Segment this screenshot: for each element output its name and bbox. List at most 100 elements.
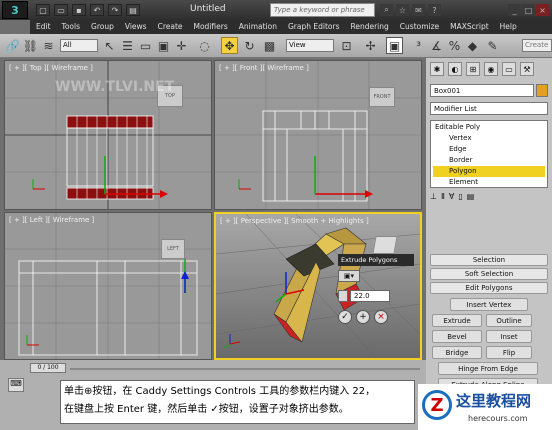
viewport-perspective-label[interactable]: [ + ][ Perspective ][ Smooth + Highlight…: [220, 217, 369, 225]
outline-button[interactable]: Outline: [486, 314, 532, 327]
reference-coord-dropdown[interactable]: View: [286, 39, 334, 52]
utilities-tab-icon[interactable]: ⚒: [520, 62, 534, 76]
caddy-ok-icon[interactable]: ✓: [338, 310, 352, 324]
pin-stack-icon[interactable]: ⊥: [430, 192, 437, 204]
select-move-icon[interactable]: ✛: [173, 37, 190, 54]
open-file-icon[interactable]: ▭: [54, 4, 68, 16]
bridge-button[interactable]: Bridge: [432, 346, 482, 359]
caddy-extrude-type-dropdown[interactable]: ▣▾: [338, 270, 360, 282]
caddy-cancel-icon[interactable]: ×: [374, 310, 388, 324]
modify-tab-icon[interactable]: ◐: [448, 62, 462, 76]
inset-button[interactable]: Inset: [486, 330, 532, 343]
edit-named-sel-icon[interactable]: ✎: [484, 37, 501, 54]
bind-spacewarp-icon[interactable]: ≋: [40, 37, 57, 54]
scale-icon[interactable]: ▩: [261, 37, 278, 54]
menu-create[interactable]: Create: [152, 20, 188, 34]
show-end-result-icon[interactable]: Ⅱ: [441, 192, 445, 204]
extrude-button[interactable]: Extrude: [432, 314, 482, 327]
rollout-edit-polygons[interactable]: Edit Polygons: [430, 282, 548, 294]
viewport-front[interactable]: [ + ][ Front ][ Wireframe ] FRONT: [214, 60, 422, 210]
viewcube-left[interactable]: LEFT: [161, 239, 185, 259]
app-logo-button[interactable]: 3: [2, 1, 28, 19]
object-name-input[interactable]: Box001: [430, 84, 534, 97]
stack-vertex[interactable]: Vertex: [449, 134, 472, 142]
pivot-center-icon[interactable]: ⊡: [338, 37, 355, 54]
insert-vertex-button[interactable]: Insert Vertex: [450, 298, 528, 311]
stack-polygon[interactable]: Polygon: [449, 167, 477, 175]
motion-tab-icon[interactable]: ◉: [484, 62, 498, 76]
subscription-icon[interactable]: ☆: [396, 4, 409, 16]
help-icon[interactable]: ?: [428, 4, 441, 16]
make-unique-icon[interactable]: ∀: [449, 192, 454, 204]
hierarchy-tab-icon[interactable]: ⊞: [466, 62, 480, 76]
caddy-apply-icon[interactable]: +: [356, 310, 370, 324]
search-input[interactable]: Type a keyword or phrase: [270, 3, 375, 17]
menu-edit[interactable]: Edit: [30, 20, 56, 34]
menu-help[interactable]: Help: [494, 20, 522, 34]
menu-customize[interactable]: Customize: [394, 20, 444, 34]
maxscript-listener-icon[interactable]: ⌨: [8, 378, 24, 392]
stack-element[interactable]: Element: [449, 178, 478, 186]
menu-modifiers[interactable]: Modifiers: [188, 20, 233, 34]
project-folder-icon[interactable]: ▤: [126, 4, 140, 16]
unlink-icon[interactable]: ⛓: [22, 37, 39, 54]
menu-views[interactable]: Views: [119, 20, 152, 34]
reference-icon[interactable]: ◌: [196, 37, 213, 54]
window-crossing-icon[interactable]: ▣: [155, 37, 172, 54]
menu-animation[interactable]: Animation: [233, 20, 282, 34]
viewport-top[interactable]: [ + ][ Top ][ Wireframe ] TOP WWW.TLVI.N…: [4, 60, 212, 210]
stack-border[interactable]: Border: [449, 156, 472, 164]
undo-icon[interactable]: ↶: [90, 4, 104, 16]
spinner-snap-icon[interactable]: ◆: [464, 37, 481, 54]
maximize-icon[interactable]: □: [522, 4, 535, 16]
hinge-from-edge-button[interactable]: Hinge From Edge: [438, 362, 538, 375]
viewport-front-label[interactable]: [ + ][ Front ][ Wireframe ]: [219, 64, 309, 72]
rollout-selection[interactable]: Selection: [430, 254, 548, 266]
keyboard-shortcut-icon[interactable]: ▣: [386, 37, 403, 54]
angle-snap-icon[interactable]: ∡: [428, 37, 445, 54]
create-tab-icon[interactable]: ✱: [430, 62, 444, 76]
object-color-swatch[interactable]: [536, 84, 548, 97]
select-object-icon[interactable]: ↖: [101, 37, 118, 54]
binoculars-icon[interactable]: ⌕: [380, 4, 393, 16]
select-and-move-icon[interactable]: ✥: [221, 37, 238, 54]
menu-graph-editors[interactable]: Graph Editors: [282, 20, 345, 34]
configure-sets-icon[interactable]: ▤: [467, 192, 475, 204]
modifier-list-dropdown[interactable]: Modifier List: [430, 102, 548, 115]
stack-edge[interactable]: Edge: [449, 145, 467, 153]
track-bar[interactable]: [70, 368, 420, 370]
rect-selection-icon[interactable]: ▭: [137, 37, 154, 54]
flip-button[interactable]: Flip: [486, 346, 532, 359]
new-file-icon[interactable]: ▢: [36, 4, 50, 16]
select-by-name-icon[interactable]: ☰: [119, 37, 136, 54]
minimize-icon[interactable]: _: [508, 4, 521, 16]
redo-icon[interactable]: ↷: [108, 4, 122, 16]
snap-3d-icon[interactable]: ³: [410, 37, 427, 54]
menu-tools[interactable]: Tools: [56, 20, 85, 34]
communication-icon[interactable]: ✉: [412, 4, 425, 16]
bevel-button[interactable]: Bevel: [432, 330, 482, 343]
select-manipulate-icon[interactable]: ✢: [362, 37, 379, 54]
viewport-left-label[interactable]: [ + ][ Left ][ Wireframe ]: [9, 216, 94, 224]
remove-modifier-icon[interactable]: ▯: [458, 192, 462, 204]
menu-maxscript[interactable]: MAXScript: [444, 20, 494, 34]
link-icon[interactable]: 🔗: [4, 37, 21, 54]
close-icon[interactable]: ×: [536, 4, 549, 16]
viewport-left[interactable]: [ + ][ Left ][ Wireframe ] LEFT: [4, 212, 212, 360]
save-icon[interactable]: ▪: [72, 4, 86, 16]
viewcube-front[interactable]: FRONT: [369, 87, 395, 107]
stack-editable-poly[interactable]: Editable Poly: [435, 123, 480, 131]
time-slider[interactable]: 0 / 100: [30, 363, 66, 373]
caddy-height-input[interactable]: 22.0: [350, 290, 390, 302]
menu-group[interactable]: Group: [85, 20, 119, 34]
rotate-icon[interactable]: ↻: [241, 37, 258, 54]
display-tab-icon[interactable]: ▭: [502, 62, 516, 76]
rollout-soft-selection[interactable]: Soft Selection: [430, 268, 548, 280]
selection-filter-dropdown[interactable]: All: [60, 39, 98, 52]
viewport-top-label[interactable]: [ + ][ Top ][ Wireframe ]: [9, 64, 93, 72]
menu-rendering[interactable]: Rendering: [344, 20, 393, 34]
percent-snap-icon[interactable]: %: [446, 37, 463, 54]
named-selection-input[interactable]: Create: [522, 39, 552, 52]
viewport-perspective[interactable]: [ + ][ Perspective ][ Smooth + Highlight…: [214, 212, 422, 360]
viewcube-perspective[interactable]: [372, 236, 398, 254]
